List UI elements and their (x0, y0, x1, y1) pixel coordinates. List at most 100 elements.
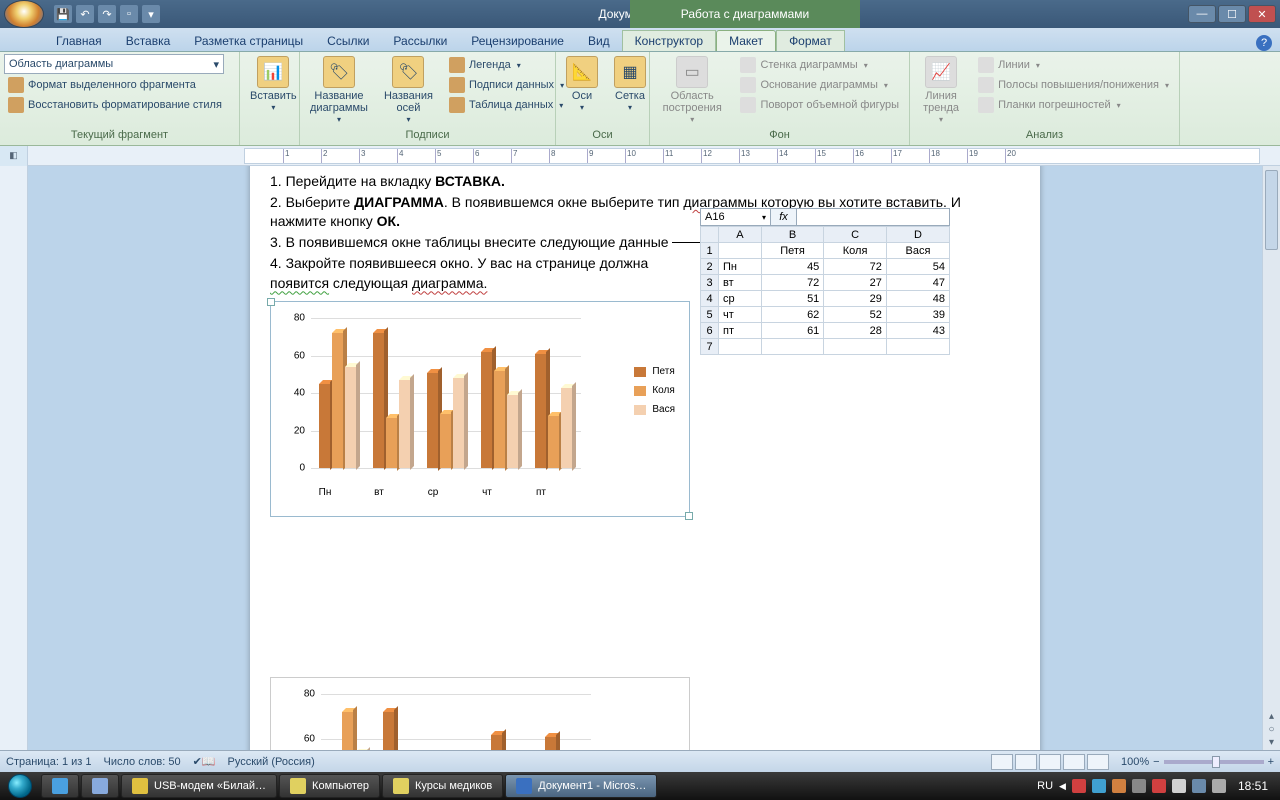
data-labels-button[interactable]: Подписи данных▾ (445, 76, 568, 94)
formula-bar[interactable] (797, 209, 949, 225)
tray-icon[interactable] (1112, 779, 1126, 793)
reset-style-icon (8, 97, 24, 113)
group-analysis: Анализ (914, 127, 1175, 143)
save-icon[interactable]: 💾 (54, 5, 72, 23)
view-print-layout[interactable] (991, 754, 1013, 770)
scroll-page-down-icon[interactable]: ▾ (1269, 737, 1274, 748)
system-tray: RU ◀ 18:51 (1031, 779, 1280, 793)
tray-icon[interactable] (1072, 779, 1086, 793)
updown-bars-button[interactable]: Полосы повышения/понижения▾ (974, 76, 1173, 94)
zoom-out-icon[interactable]: − (1153, 756, 1159, 768)
axis-titles-button[interactable]: 🏷Названия осей▾ (378, 54, 439, 127)
axis-titles-icon: 🏷 (392, 56, 424, 88)
status-bar: Страница: 1 из 1 Число слов: 50 ✔📖 Русск… (0, 750, 1280, 772)
plot-area-icon: ▭ (676, 56, 708, 88)
volume-icon[interactable] (1212, 779, 1226, 793)
tab-view[interactable]: Вид (576, 31, 622, 51)
spreadsheet-grid[interactable]: ABCD1ПетяКоляВася2Пн4572543вт7227474ср51… (700, 226, 950, 355)
task-usb-modem[interactable]: USB-модем «Билай… (121, 774, 277, 798)
view-web-layout[interactable] (1039, 754, 1061, 770)
browse-object-icon[interactable]: ○ (1268, 724, 1274, 735)
task-word[interactable]: Документ1 - Micros… (505, 774, 657, 798)
lines-button[interactable]: Линии▾ (974, 56, 1173, 74)
insert-button[interactable]: 📊Вставить▾ (244, 54, 303, 115)
qat-icon[interactable]: ▫ (120, 5, 138, 23)
rotation-button[interactable]: Поворот объемной фигуры (736, 96, 903, 114)
fx-icon[interactable]: fx (771, 209, 797, 225)
ruler-corner-icon[interactable]: ◧ (0, 146, 28, 166)
tab-review[interactable]: Рецензирование (459, 31, 576, 51)
close-button[interactable]: ✕ (1248, 5, 1276, 23)
clock[interactable]: 18:51 (1232, 779, 1274, 793)
tray-expand-icon[interactable]: ◀ (1059, 781, 1066, 792)
view-draft[interactable] (1087, 754, 1109, 770)
status-spellcheck-icon[interactable]: ✔📖 (193, 755, 216, 768)
qat-more-icon[interactable]: ▾ (142, 5, 160, 23)
reset-style-button[interactable]: Восстановить форматирование стиля (4, 96, 226, 114)
task-computer[interactable]: Компьютер (279, 774, 380, 798)
data-table-button[interactable]: Таблица данных▾ (445, 96, 568, 114)
vertical-scrollbar[interactable]: ▴ ○ ▾ (1262, 166, 1280, 750)
tab-mailings[interactable]: Рассылки (381, 31, 459, 51)
axes-button[interactable]: 📐Оси▾ (560, 54, 604, 115)
zoom-slider-knob[interactable] (1212, 756, 1220, 768)
error-bars-button[interactable]: Планки погрешностей▾ (974, 96, 1173, 114)
zoom-level[interactable]: 100% (1121, 756, 1149, 768)
data-labels-icon (449, 77, 465, 93)
chart-object-2[interactable]: 020406080 (270, 677, 690, 750)
ie-icon (52, 778, 68, 794)
tab-layout[interactable]: Макет (716, 30, 776, 51)
plot-area-button[interactable]: ▭Область построения▾ (654, 54, 730, 127)
task-courses[interactable]: Курсы медиков (382, 774, 503, 798)
ribbon-tabs: Главная Вставка Разметка страницы Ссылки… (0, 28, 1280, 52)
document-page[interactable]: 1. Перейдите на вкладку ВСТАВКА. 2. Выбе… (250, 166, 1040, 750)
tab-home[interactable]: Главная (44, 31, 114, 51)
tab-page-layout[interactable]: Разметка страницы (182, 31, 315, 51)
scroll-page-up-icon[interactable]: ▴ (1269, 711, 1274, 722)
status-words[interactable]: Число слов: 50 (104, 756, 181, 768)
vertical-ruler[interactable] (0, 166, 28, 750)
chart-floor-button[interactable]: Основание диаграммы▾ (736, 76, 903, 94)
legend-button[interactable]: Легенда▾ (445, 56, 568, 74)
tab-design[interactable]: Конструктор (622, 30, 716, 51)
network-icon[interactable] (1192, 779, 1206, 793)
scrollbar-thumb[interactable] (1265, 170, 1278, 250)
view-full-screen[interactable] (1015, 754, 1037, 770)
language-indicator[interactable]: RU (1037, 780, 1053, 792)
maximize-button[interactable]: ☐ (1218, 5, 1246, 23)
tray-icon[interactable] (1172, 779, 1186, 793)
tray-icon[interactable] (1092, 779, 1106, 793)
chart-element-selector[interactable]: Область диаграммы▾ (4, 54, 224, 74)
chart-title-button[interactable]: 🏷Название диаграммы▾ (304, 54, 374, 127)
tray-icon[interactable] (1132, 779, 1146, 793)
minimize-button[interactable]: — (1188, 5, 1216, 23)
word-icon (516, 778, 532, 794)
office-button[interactable] (4, 0, 44, 28)
name-box[interactable]: A16▾ (701, 209, 771, 225)
trendline-button[interactable]: 📈Линия тренда▾ (914, 54, 968, 127)
chart-object[interactable]: 020406080 ПетяКоляВася Пнвтсрчтпт (270, 301, 690, 517)
status-page[interactable]: Страница: 1 из 1 (6, 756, 92, 768)
horizontal-ruler[interactable]: 1234567891011121314151617181920 (244, 148, 1260, 164)
chart-wall-button[interactable]: Стенка диаграммы▾ (736, 56, 903, 74)
redo-icon[interactable]: ↷ (98, 5, 116, 23)
zoom-control[interactable]: 100% − + (1121, 756, 1274, 768)
view-outline[interactable] (1063, 754, 1085, 770)
tab-format[interactable]: Формат (776, 30, 845, 51)
gridlines-button[interactable]: ▦Сетка▾ (608, 54, 652, 115)
tab-insert[interactable]: Вставка (114, 31, 183, 51)
status-language[interactable]: Русский (Россия) (227, 756, 314, 768)
tab-references[interactable]: Ссылки (315, 31, 381, 51)
embedded-spreadsheet[interactable]: A16▾ fx ABCD1ПетяКоляВася2Пн4572543вт722… (700, 208, 950, 355)
quicklaunch-ie[interactable] (41, 774, 79, 798)
folder-icon (393, 778, 409, 794)
undo-icon[interactable]: ↶ (76, 5, 94, 23)
zoom-in-icon[interactable]: + (1268, 756, 1274, 768)
trendline-icon: 📈 (925, 56, 957, 88)
start-button[interactable] (0, 772, 40, 800)
quicklaunch-desktop[interactable] (81, 774, 119, 798)
format-selection-button[interactable]: Формат выделенного фрагмента (4, 76, 200, 94)
data-table-icon (449, 97, 465, 113)
tray-icon[interactable] (1152, 779, 1166, 793)
help-icon[interactable]: ? (1256, 35, 1272, 51)
